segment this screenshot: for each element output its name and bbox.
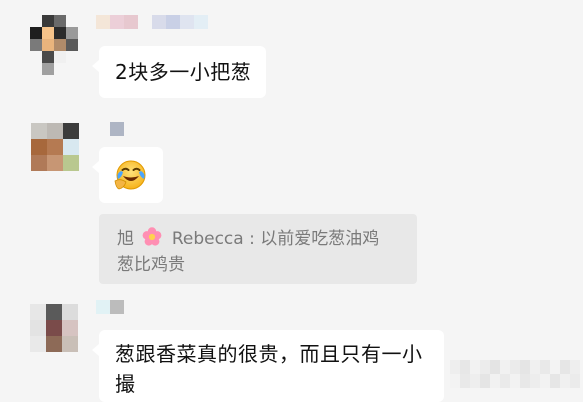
avatar[interactable] <box>30 304 78 352</box>
message-bubble[interactable]: 2块多一小把葱 <box>92 46 266 98</box>
sender-name-pixelated <box>96 15 208 29</box>
face-with-tears-of-joy-icon <box>114 160 146 190</box>
quote-author-nickname: Rebecca <box>171 229 244 249</box>
message-text-line-2: 撮 <box>115 372 136 396</box>
quote-text-2: 葱比鸡贵 <box>117 255 185 275</box>
avatar[interactable] <box>31 123 79 171</box>
sender-name-pixelated <box>96 300 124 314</box>
chat-window: 2块多一小把葱 旭 Rebecca: 以前爱吃葱油鸡 葱比鸡贵 葱跟香菜真的很… <box>0 0 583 402</box>
flower-icon <box>143 227 162 246</box>
sender-name-pixelated <box>110 122 124 136</box>
quote-line-1: 旭 Rebecca : 以前爱吃葱油鸡 <box>117 226 407 252</box>
message-text: 2块多一小把葱 <box>115 60 252 84</box>
quote-line-2: 葱比鸡贵 <box>117 252 407 278</box>
avatar[interactable] <box>30 15 78 75</box>
message-bubble[interactable]: 葱跟香菜真的很贵，而且只有一小 撮 <box>92 330 444 402</box>
quote-author-name: 旭 <box>117 229 134 249</box>
message-text-line-1: 葱跟香菜真的很贵，而且只有一小 <box>115 342 423 366</box>
watermark <box>450 360 580 388</box>
quote-text-1: 以前爱吃葱油鸡 <box>260 229 380 249</box>
quote-separator: : <box>243 229 261 249</box>
quoted-message[interactable]: 旭 Rebecca : 以前爱吃葱油鸡 葱比鸡贵 <box>99 214 417 284</box>
